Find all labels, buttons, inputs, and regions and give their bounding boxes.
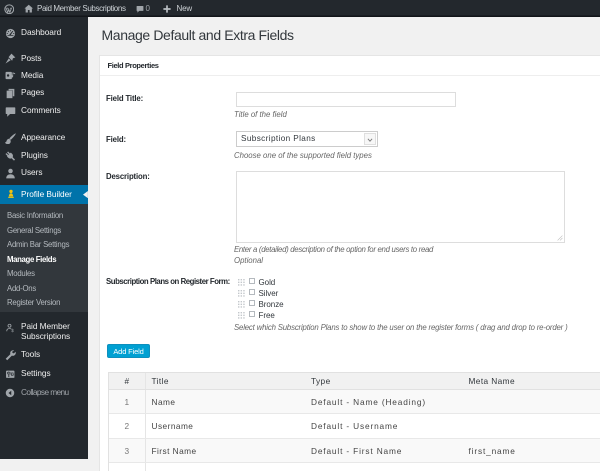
svg-text:$: $ — [11, 328, 14, 333]
